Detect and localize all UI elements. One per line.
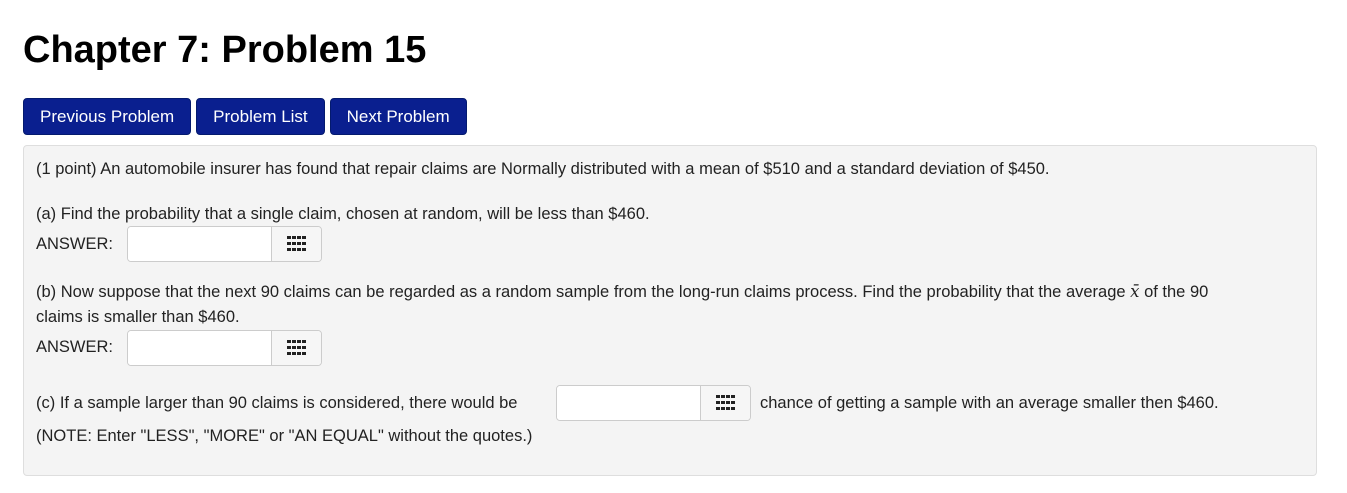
part-b-question-line2: claims is smaller than $460. bbox=[36, 308, 240, 326]
part-a-answer-input[interactable] bbox=[128, 227, 271, 261]
part-a-answer-box bbox=[127, 226, 322, 262]
grid-palette-icon bbox=[286, 340, 306, 355]
x-bar-symbol: x̄ bbox=[1130, 282, 1140, 301]
part-b-palette-button[interactable] bbox=[271, 331, 321, 365]
part-b-question-suffix: of the 90 bbox=[1144, 283, 1209, 301]
previous-problem-button[interactable]: Previous Problem bbox=[23, 98, 192, 135]
part-b-question-prefix: (b) Now suppose that the next 90 claims … bbox=[36, 283, 1126, 301]
problem-container: (1 point) An automobile insurer has foun… bbox=[23, 145, 1317, 476]
part-c-palette-button[interactable] bbox=[700, 386, 750, 420]
part-a-palette-button[interactable] bbox=[271, 227, 321, 261]
part-c-answer-box bbox=[556, 385, 751, 421]
part-c-question-before: (c) If a sample larger than 90 claims is… bbox=[36, 394, 518, 412]
part-b-answer-box bbox=[127, 330, 322, 366]
part-a-question: (a) Find the probability that a single c… bbox=[36, 205, 650, 223]
page-title: Chapter 7: Problem 15 bbox=[23, 29, 427, 71]
problem-intro: (1 point) An automobile insurer has foun… bbox=[36, 160, 1050, 178]
problem-list-button[interactable]: Problem List bbox=[196, 98, 325, 135]
problem-navigation: Previous Problem Problem List Next Probl… bbox=[23, 98, 467, 135]
grid-palette-icon bbox=[715, 395, 735, 410]
part-b-answer-input[interactable] bbox=[128, 331, 271, 365]
part-c-answer-input[interactable] bbox=[557, 386, 700, 420]
part-b-question-line1: (b) Now suppose that the next 90 claims … bbox=[36, 282, 1208, 302]
part-b-answer-label: ANSWER: bbox=[36, 338, 114, 356]
next-problem-button[interactable]: Next Problem bbox=[329, 98, 467, 135]
grid-palette-icon bbox=[286, 236, 306, 251]
part-c-note: (NOTE: Enter "LESS", "MORE" or "AN EQUAL… bbox=[36, 427, 533, 445]
part-a-answer-label: ANSWER: bbox=[36, 235, 114, 253]
part-c-question-after: chance of getting a sample with an avera… bbox=[760, 394, 1219, 412]
